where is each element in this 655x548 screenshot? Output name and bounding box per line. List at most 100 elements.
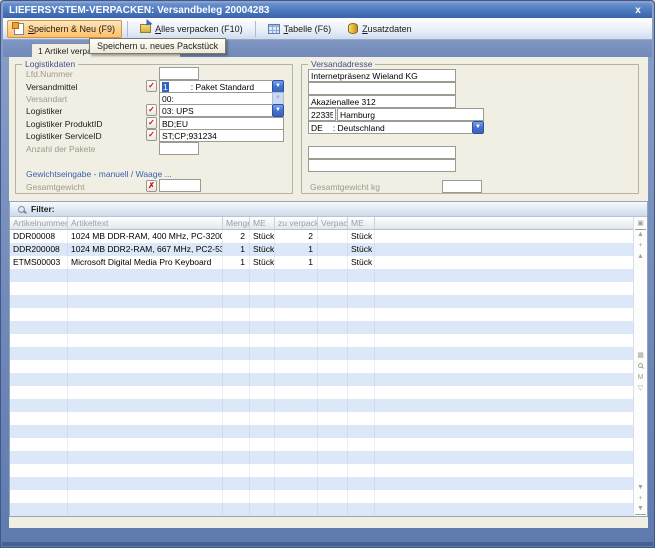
column-header-artikeltext-1[interactable]: Artikeltext — [68, 217, 223, 229]
table-row[interactable]: DDR000081024 MB DDR-RAM, 400 MHz, PC-320… — [10, 230, 633, 243]
scroll-up-icon[interactable]: ▲ — [635, 251, 646, 262]
search-icon[interactable] — [18, 206, 25, 213]
table-cell — [348, 438, 375, 451]
scroll-bottom-icon[interactable]: ▼ — [635, 504, 646, 515]
save-and-new-button[interactable]: Speichern & Neu (F9) — [7, 20, 122, 38]
table-cell — [10, 412, 68, 425]
table-empty-row — [10, 295, 633, 308]
table-cell-filler — [375, 243, 633, 256]
anzahl-pakete-input[interactable] — [159, 142, 199, 155]
table-cell: 2 — [275, 230, 318, 243]
table-cell — [275, 464, 318, 477]
table-cell — [223, 438, 250, 451]
additional-data-button[interactable]: Zusatzdaten — [341, 20, 419, 38]
country-value: DE: Deutschland — [308, 121, 472, 134]
country-dropdown-icon[interactable]: ▼ — [472, 121, 484, 134]
table-cell — [223, 334, 250, 347]
save-and-new-label: Speichern & Neu (F9) — [28, 24, 115, 34]
insert-row-icon[interactable]: + — [635, 240, 646, 251]
table-cell — [318, 399, 348, 412]
gesamtgewicht-clear-button[interactable]: ✗ — [146, 180, 157, 192]
table-cell — [68, 386, 223, 399]
table-cell — [275, 282, 318, 295]
close-button[interactable]: x — [630, 5, 646, 16]
table-cell — [348, 334, 375, 347]
column-header-me-6[interactable]: ME — [348, 217, 375, 229]
grid-view-icon[interactable]: ▦ — [635, 350, 646, 361]
toolbar: Speichern & Neu (F9) Alles verpacken (F1… — [3, 18, 652, 40]
table-cell — [348, 360, 375, 373]
table-row[interactable]: ETMS00003Microsoft Digital Media Pro Key… — [10, 256, 633, 269]
table-cell: 1024 MB DDR-RAM, 400 MHz, PC-3200, Elixi… — [68, 230, 223, 243]
table-cell — [250, 269, 275, 282]
search-icon[interactable] — [635, 361, 646, 372]
new-document-icon — [14, 23, 24, 35]
country-combobox[interactable]: DE: Deutschland ▼ — [308, 121, 484, 134]
column-header-zu-verpacke-4[interactable]: zu verpacke — [275, 217, 318, 229]
logistikdaten-group: Logistikdaten Lfd.Nummer Versandmittel ✓… — [15, 64, 293, 194]
table-cell — [318, 243, 348, 256]
address-city-input[interactable] — [337, 108, 484, 121]
total-weight-kg-input[interactable] — [442, 180, 482, 193]
column-header-me-3[interactable]: ME — [250, 217, 275, 229]
table-cell — [348, 477, 375, 490]
versandmittel-check-button[interactable]: ✓ — [146, 80, 157, 92]
table-cell — [275, 490, 318, 503]
address-name2-input[interactable] — [308, 82, 456, 95]
table-cell — [68, 308, 223, 321]
table-cell — [318, 347, 348, 360]
address-extra1-input[interactable] — [308, 146, 456, 159]
table-cell-filler — [375, 425, 633, 438]
lfd-nummer-input[interactable] — [159, 67, 199, 80]
scroll-down-icon[interactable]: ▼ — [635, 482, 646, 493]
logistiker-value: 03: UPS — [159, 104, 272, 117]
toolbar-separator — [127, 21, 128, 37]
table-cell — [10, 425, 68, 438]
bookmark-icon[interactable]: M — [635, 372, 646, 383]
column-header-artikelnummer-0[interactable]: Artikelnummer — [10, 217, 68, 229]
table-cell: Stück — [348, 230, 375, 243]
logistiker-dropdown-icon[interactable]: ▼ — [272, 104, 284, 117]
column-chooser-icon[interactable]: ▣ — [635, 218, 646, 229]
table-cell — [275, 477, 318, 490]
table-cell — [275, 373, 318, 386]
table-cell — [348, 269, 375, 282]
table-cell — [10, 464, 68, 477]
scroll-top-icon[interactable]: ▲ — [635, 229, 646, 240]
gesamtgewicht-input[interactable] — [159, 179, 201, 192]
table-cell — [250, 360, 275, 373]
column-header-menge-2[interactable]: Menge — [223, 217, 250, 229]
address-extra2-input[interactable] — [308, 159, 456, 172]
produkt-id-check-button[interactable]: ✓ — [146, 117, 157, 129]
table-cell — [10, 373, 68, 386]
table-cell — [318, 438, 348, 451]
table-cell — [250, 425, 275, 438]
table-cell — [223, 477, 250, 490]
table-cell — [348, 347, 375, 360]
address-street-input[interactable] — [308, 95, 456, 108]
column-header-verpackt-5[interactable]: Verpackt — [318, 217, 348, 229]
table-cell — [10, 308, 68, 321]
table-view-button[interactable]: Tabelle (F6) — [261, 20, 339, 38]
table-row[interactable]: DDR2000081024 MB DDR2-RAM, 667 MHz, PC2-… — [10, 243, 633, 256]
address-zip-input[interactable] — [308, 108, 336, 121]
service-id-check-button[interactable]: ✓ — [146, 129, 157, 141]
table-cell — [250, 412, 275, 425]
table-cell: DDR200008 — [10, 243, 68, 256]
add-row-icon[interactable]: + — [635, 493, 646, 504]
table-cell — [348, 451, 375, 464]
logistiker-check-button[interactable]: ✓ — [146, 104, 157, 116]
table-cell-filler — [375, 451, 633, 464]
article-grid-panel: Filter: ArtikelnummerArtikeltextMengeMEz… — [9, 201, 648, 517]
service-id-input[interactable] — [159, 129, 284, 142]
address-name1-input[interactable] — [308, 69, 456, 82]
table-empty-row — [10, 438, 633, 451]
table-cell — [250, 295, 275, 308]
service-id-label: Logistiker ServiceID — [26, 131, 102, 141]
logistiker-combobox[interactable]: 03: UPS ▼ — [159, 104, 284, 117]
table-cell — [223, 373, 250, 386]
filter-icon[interactable]: ▽ — [635, 383, 646, 394]
table-empty-row — [10, 503, 633, 516]
table-cell — [10, 438, 68, 451]
pack-all-button[interactable]: Alles verpacken (F10) — [133, 20, 250, 38]
